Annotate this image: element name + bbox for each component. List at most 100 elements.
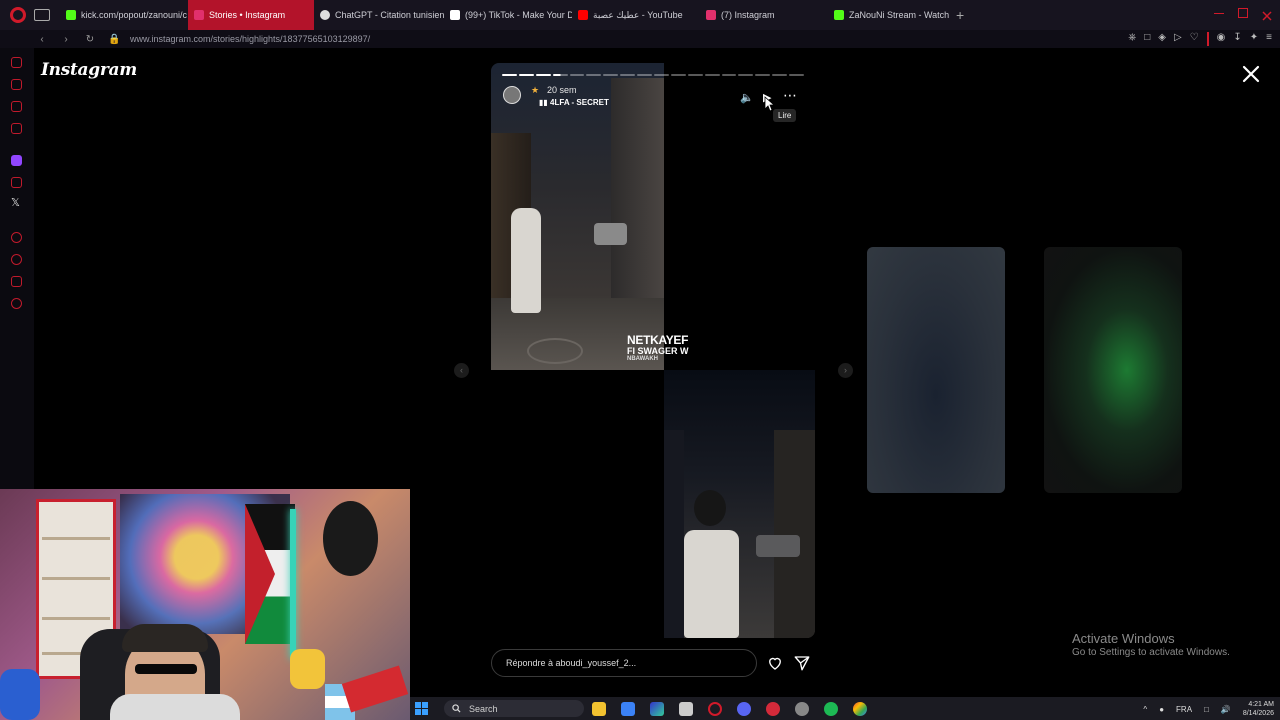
messenger-icon[interactable] <box>11 101 22 112</box>
maximize-button[interactable] <box>1238 8 1248 18</box>
progress-segment <box>721 74 737 76</box>
calculator-icon[interactable] <box>679 701 693 716</box>
tab-youtube[interactable]: عطيك عصبة - YouTube <box>572 0 700 30</box>
instagram-icon <box>194 10 204 20</box>
music-icon[interactable] <box>11 177 22 188</box>
story-black-panel <box>491 370 664 638</box>
snapshot-icon[interactable]: □ <box>1144 32 1150 46</box>
close-window-button[interactable] <box>1262 8 1272 21</box>
whatsapp-icon[interactable] <box>11 123 22 134</box>
tab-zanouni-stream[interactable]: ZaNouNi Stream - Watch L <box>828 0 952 30</box>
divider <box>1206 32 1209 46</box>
microphone-icon[interactable]: ● <box>1159 705 1164 714</box>
taskbar-clock[interactable]: 4:21 AM 8/14/2026 <box>1243 700 1274 718</box>
more-options-icon[interactable]: ⋯ <box>783 87 797 104</box>
discord-icon[interactable] <box>737 701 751 716</box>
aria-icon[interactable] <box>11 57 22 68</box>
previous-story-button[interactable]: ‹ <box>454 363 469 378</box>
close-story-icon[interactable] <box>1240 63 1262 85</box>
shirt <box>110 694 240 720</box>
highlight-icon: ★ <box>531 85 540 95</box>
tab-tiktok[interactable]: (99+) TikTok - Make Your D <box>444 0 572 30</box>
twitch-icon[interactable] <box>11 155 22 166</box>
clock-icon[interactable] <box>11 254 22 265</box>
reply-input[interactable]: Répondre à aboudi_youssef_2... <box>491 649 757 677</box>
search-icon <box>452 704 461 713</box>
car <box>594 223 627 245</box>
valorant-icon[interactable] <box>766 701 780 716</box>
volume-icon[interactable]: 🔈 <box>740 91 754 104</box>
player-icon[interactable]: ▷ <box>1174 32 1182 46</box>
story-preview-next[interactable] <box>867 247 1005 493</box>
minimize-button[interactable] <box>1214 8 1224 14</box>
next-story-button[interactable]: › <box>838 363 853 378</box>
story-music[interactable]: ▮▮ 4LFA - SECRET <box>539 98 609 107</box>
opera-logo-icon[interactable] <box>10 7 26 23</box>
person-head <box>694 490 726 526</box>
shield-icon[interactable]: ◈ <box>1158 32 1166 46</box>
settings-gear-icon[interactable] <box>11 298 22 309</box>
opera-taskbar-icon[interactable] <box>708 701 722 716</box>
menu-icon[interactable]: ≡ <box>1266 32 1272 46</box>
progress-segment <box>535 74 551 76</box>
kick-icon <box>834 10 844 20</box>
history-icon[interactable] <box>11 232 22 243</box>
reload-icon[interactable]: ↻ <box>84 34 96 45</box>
tab-kick[interactable]: kick.com/popout/zanouni/c <box>60 0 188 30</box>
tab-menu-icon[interactable] <box>34 9 50 21</box>
x-twitter-icon[interactable]: 𝕏 <box>11 196 20 209</box>
store-icon[interactable] <box>621 701 635 716</box>
plush-toy <box>0 669 40 720</box>
progress-segment <box>738 74 754 76</box>
story-viewer[interactable]: ★ 20 sem ▮▮ 4LFA - SECRET 🔈 ▶ ⋯ NETKAYEF… <box>491 63 815 638</box>
taskbar-search[interactable]: Search <box>444 700 584 717</box>
story-caption-line2: FI SWAGER W <box>627 346 689 356</box>
speaker-icon[interactable]: 🔊 <box>1221 705 1231 714</box>
forward-icon[interactable]: › <box>60 34 72 45</box>
progress-segment <box>518 74 534 76</box>
progress-segment <box>789 74 805 76</box>
file-explorer-icon[interactable] <box>592 701 606 716</box>
progress-segment <box>755 74 771 76</box>
windows-taskbar: Search ^ ● FRA □ 🔊 4:21 AM 8/14/2026 <box>410 697 1280 720</box>
progress-segment <box>502 74 517 76</box>
windows-start-icon[interactable] <box>415 702 428 715</box>
language-indicator[interactable]: FRA <box>1176 705 1192 714</box>
heart-icon[interactable]: ♡ <box>1190 32 1199 46</box>
steam-icon[interactable] <box>795 701 809 716</box>
copilot-icon[interactable] <box>650 701 664 716</box>
network-icon[interactable]: □ <box>1204 705 1209 714</box>
tab-chatgpt[interactable]: ChatGPT - Citation tunisien <box>314 0 444 30</box>
chatgpt-icon <box>320 10 330 20</box>
url-field[interactable]: www.instagram.com/stories/highlights/183… <box>130 34 370 44</box>
tray-chevron-icon[interactable]: ^ <box>1143 705 1147 714</box>
wallet-icon[interactable]: ◉ <box>1217 32 1226 46</box>
progress-segment <box>704 74 720 76</box>
pin-icon[interactable]: ⎈ <box>1128 32 1136 46</box>
download-icon[interactable]: ↧ <box>1233 32 1241 46</box>
hat <box>323 501 378 576</box>
avatar[interactable] <box>503 86 521 104</box>
chrome-icon[interactable] <box>853 701 867 716</box>
tab-instagram[interactable]: (7) Instagram <box>700 0 828 30</box>
story-time: 20 sem <box>547 85 577 95</box>
extensions-icon[interactable] <box>11 79 22 90</box>
pinboard-icon[interactable] <box>11 276 22 287</box>
manhole <box>527 338 583 364</box>
share-send-icon[interactable] <box>793 654 811 672</box>
spotify-icon[interactable] <box>824 701 838 716</box>
person-standing <box>684 530 739 638</box>
back-icon[interactable]: ‹ <box>36 34 48 45</box>
story-caption-line3: NBAWAKH <box>627 356 658 362</box>
window-controls <box>1214 8 1272 21</box>
address-bar: ‹ › ↻ 🔒 www.instagram.com/stories/highli… <box>0 30 1280 48</box>
story-preview-after[interactable] <box>1044 247 1182 493</box>
tab-instagram-stories[interactable]: Stories • Instagram <box>188 0 314 30</box>
like-heart-icon[interactable] <box>766 654 784 672</box>
play-tooltip: Lire <box>773 109 797 122</box>
instagram-logo[interactable]: Instagram <box>41 60 137 80</box>
sunglasses <box>135 664 197 674</box>
new-tab-button[interactable]: + <box>956 7 964 23</box>
kick-icon <box>66 10 76 20</box>
aria-ai-icon[interactable]: ✦ <box>1250 32 1258 46</box>
